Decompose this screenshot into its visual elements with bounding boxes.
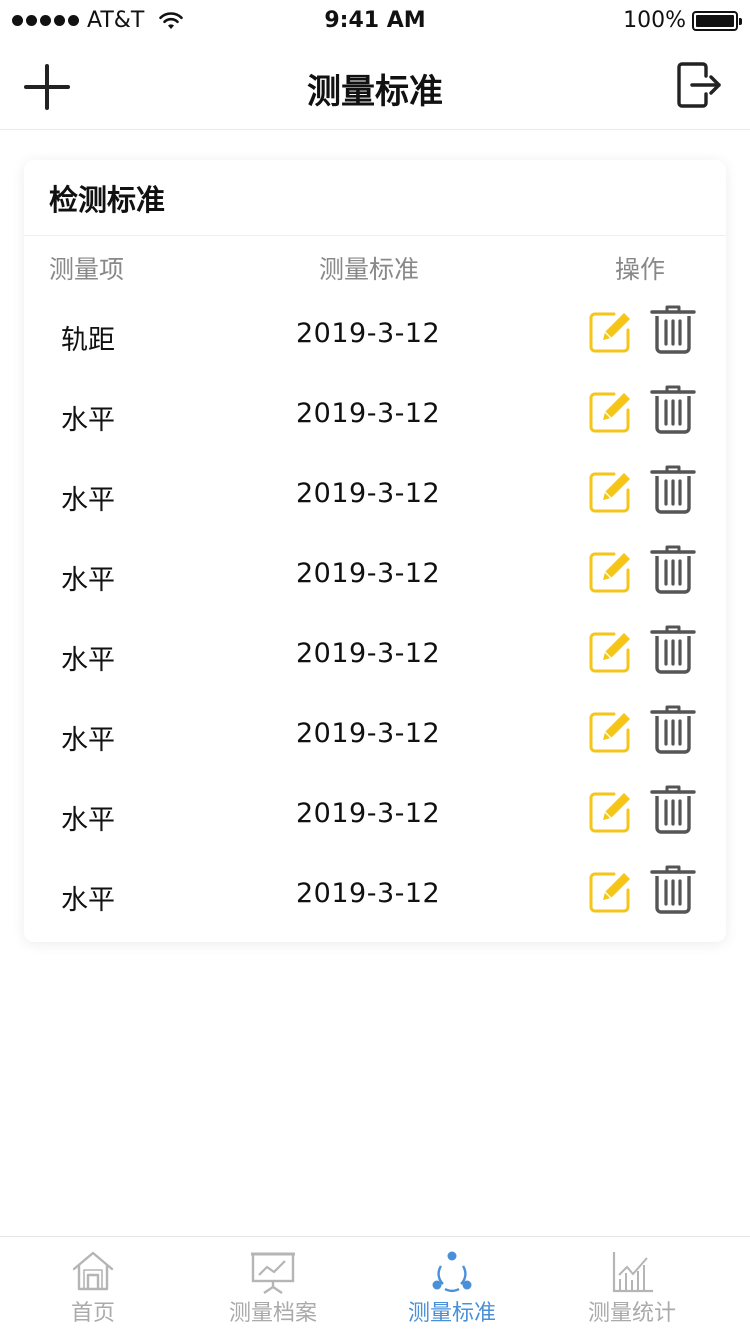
- home-icon: [72, 1251, 114, 1291]
- table-row: 轨距 2019-3-12: [24, 294, 726, 374]
- measure-item: 水平: [61, 805, 115, 836]
- standard-date: 2019-3-12: [296, 318, 441, 349]
- table-row: 水平 2019-3-12: [24, 694, 726, 774]
- edit-icon[interactable]: [588, 310, 632, 354]
- column-header-standard: 测量标准: [319, 255, 420, 284]
- tab-home[interactable]: 首页: [3, 1237, 183, 1334]
- standard-date: 2019-3-12: [296, 798, 441, 829]
- tab-archive[interactable]: 测量档案: [183, 1237, 363, 1334]
- edit-icon[interactable]: [588, 390, 632, 434]
- column-header-item: 测量项: [49, 255, 125, 284]
- measure-item: 水平: [61, 405, 115, 436]
- standard-date: 2019-3-12: [296, 878, 441, 909]
- presentation-board-icon: [251, 1252, 295, 1294]
- status-bar: AT&T 9:41 AM 100%: [0, 0, 750, 42]
- edit-icon[interactable]: [588, 630, 632, 674]
- measure-item: 水平: [61, 485, 115, 516]
- delete-icon[interactable]: [650, 864, 696, 914]
- table-row: 水平 2019-3-12: [24, 774, 726, 854]
- measure-item: 水平: [61, 645, 115, 676]
- table-row: 水平 2019-3-12: [24, 454, 726, 534]
- measure-item: 水平: [61, 565, 115, 596]
- delete-icon[interactable]: [650, 384, 696, 434]
- column-header-action: 操作: [615, 255, 666, 284]
- tab-statistics[interactable]: 测量统计: [542, 1237, 722, 1334]
- standard-date: 2019-3-12: [296, 478, 441, 509]
- standard-date: 2019-3-12: [296, 398, 441, 429]
- delete-icon[interactable]: [650, 304, 696, 354]
- delete-icon[interactable]: [650, 464, 696, 514]
- delete-icon[interactable]: [650, 544, 696, 594]
- screen: AT&T 9:41 AM 100% 测量标准 检测标准 测量项 测量标准 操作 …: [0, 0, 750, 1334]
- tab-label: 测量统计: [587, 1301, 676, 1326]
- edit-icon[interactable]: [588, 550, 632, 594]
- measure-item: 水平: [61, 725, 115, 756]
- line-chart-icon: [612, 1252, 653, 1293]
- share-nodes-icon: [432, 1251, 472, 1292]
- standard-date: 2019-3-12: [296, 718, 441, 749]
- battery-percentage: 100%: [623, 8, 686, 33]
- edit-icon[interactable]: [588, 870, 632, 914]
- table-row: 水平 2019-3-12: [24, 374, 726, 454]
- delete-icon[interactable]: [650, 624, 696, 674]
- battery-icon: [692, 10, 742, 31]
- tab-standards[interactable]: 测量标准: [362, 1237, 542, 1334]
- measure-item: 轨距: [61, 325, 115, 356]
- standard-date: 2019-3-12: [296, 558, 441, 589]
- status-right: 100%: [623, 8, 742, 33]
- table-row: 水平 2019-3-12: [24, 614, 726, 694]
- delete-icon[interactable]: [650, 784, 696, 834]
- table-row: 水平 2019-3-12: [24, 854, 726, 934]
- tab-label: 首页: [70, 1301, 115, 1326]
- measure-item: 水平: [61, 885, 115, 916]
- table-body: 轨距 2019-3-12 水平 2019-3-12 水平 2019-3-12 水…: [24, 294, 726, 934]
- tab-label: 测量标准: [407, 1301, 496, 1326]
- table-row: 水平 2019-3-12: [24, 534, 726, 614]
- table-header: 测量项 测量标准 操作: [24, 236, 726, 294]
- card-title: 检测标准: [24, 160, 726, 236]
- nav-bar: 测量标准: [0, 42, 750, 130]
- edit-icon[interactable]: [588, 790, 632, 834]
- standard-date: 2019-3-12: [296, 638, 441, 669]
- edit-icon[interactable]: [588, 710, 632, 754]
- standards-card: 检测标准 测量项 测量标准 操作 轨距 2019-3-12 水平 2019-3-…: [24, 160, 726, 942]
- page-title: 测量标准: [307, 72, 443, 112]
- exit-icon[interactable]: [676, 62, 722, 108]
- edit-icon[interactable]: [588, 470, 632, 514]
- tab-label: 测量档案: [228, 1301, 317, 1326]
- tab-bar: 首页 测量档案 测量标准 测量统计: [0, 1236, 750, 1334]
- delete-icon[interactable]: [650, 704, 696, 754]
